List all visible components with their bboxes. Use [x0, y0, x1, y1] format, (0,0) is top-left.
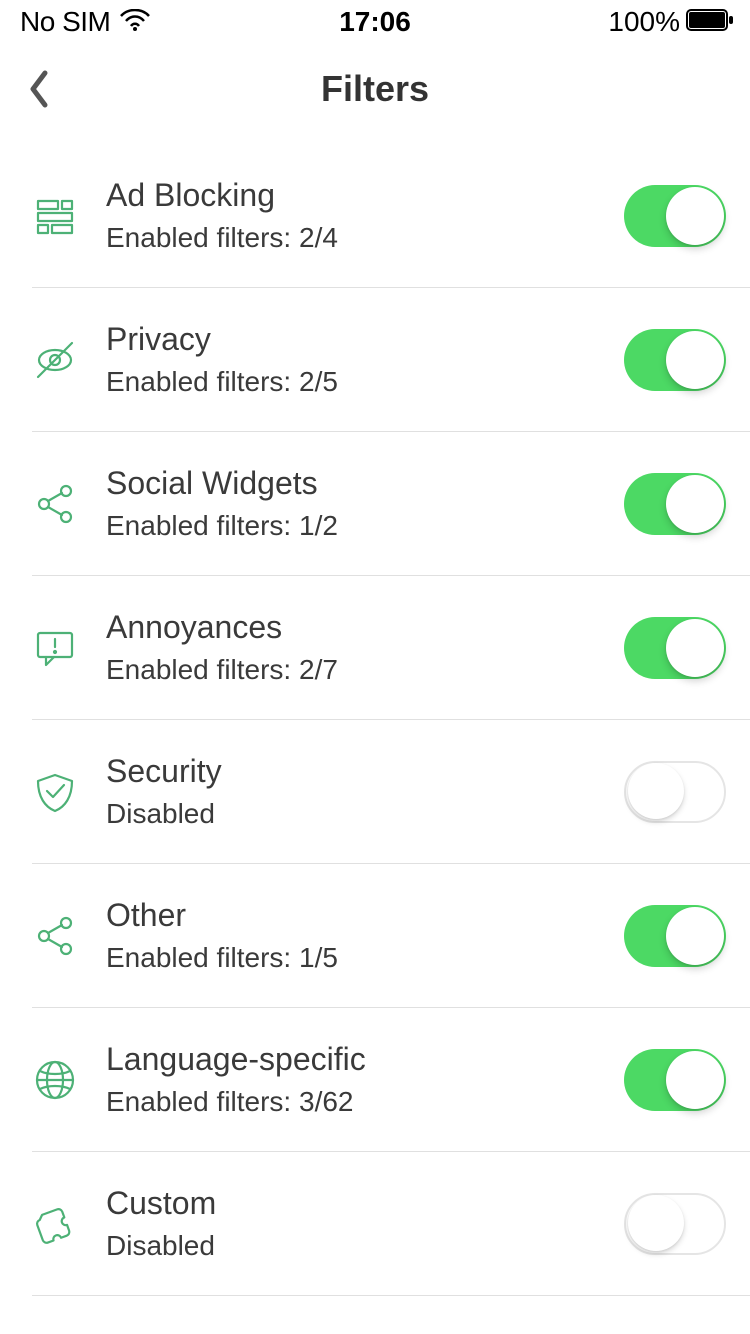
filter-row-text: Privacy Enabled filters: 2/5 — [106, 321, 624, 398]
battery-percent: 100% — [608, 6, 680, 38]
filter-row-title: Language-specific — [106, 1041, 624, 1078]
filter-row-title: Ad Blocking — [106, 177, 624, 214]
filter-row-title: Security — [106, 753, 624, 790]
filter-toggle[interactable] — [624, 617, 726, 679]
filter-row-title: Privacy — [106, 321, 624, 358]
filter-row-text: Ad Blocking Enabled filters: 2/4 — [106, 177, 624, 254]
filter-row-subtitle: Disabled — [106, 798, 624, 830]
filter-row[interactable]: Custom Disabled — [32, 1152, 750, 1296]
filter-toggle[interactable] — [624, 185, 726, 247]
filter-row-title: Annoyances — [106, 609, 624, 646]
filters-list: Ad Blocking Enabled filters: 2/4 Privacy En… — [0, 144, 750, 1296]
filter-row-text: Social Widgets Enabled filters: 1/2 — [106, 465, 624, 542]
carrier-label: No SIM — [20, 6, 110, 38]
filter-row[interactable]: Annoyances Enabled filters: 2/7 — [32, 576, 750, 720]
filter-row-subtitle: Enabled filters: 3/62 — [106, 1086, 624, 1118]
filter-row[interactable]: Ad Blocking Enabled filters: 2/4 — [32, 144, 750, 288]
privacy-icon — [32, 337, 78, 383]
filter-row-text: Other Enabled filters: 1/5 — [106, 897, 624, 974]
puzzle-icon — [32, 1201, 78, 1247]
filter-row-subtitle: Enabled filters: 2/4 — [106, 222, 624, 254]
filter-toggle[interactable] — [624, 473, 726, 535]
filter-row-subtitle: Enabled filters: 1/5 — [106, 942, 624, 974]
filter-row-subtitle: Disabled — [106, 1230, 624, 1262]
filter-toggle[interactable] — [624, 329, 726, 391]
filter-row-text: Security Disabled — [106, 753, 624, 830]
filter-toggle[interactable] — [624, 761, 726, 823]
filter-row-text: Custom Disabled — [106, 1185, 624, 1262]
globe-icon — [32, 1057, 78, 1103]
filter-row-title: Custom — [106, 1185, 624, 1222]
battery-icon — [686, 6, 734, 38]
back-button[interactable] — [14, 65, 62, 113]
filter-row-title: Social Widgets — [106, 465, 624, 502]
filter-toggle[interactable] — [624, 1049, 726, 1111]
status-bar: No SIM 17:06 100% — [0, 0, 750, 44]
share-icon — [32, 913, 78, 959]
filter-row[interactable]: Privacy Enabled filters: 2/5 — [32, 288, 750, 432]
shield-icon — [32, 769, 78, 815]
filter-row-subtitle: Enabled filters: 2/7 — [106, 654, 624, 686]
filter-toggle[interactable] — [624, 905, 726, 967]
clock: 17:06 — [339, 6, 411, 38]
share-icon — [32, 481, 78, 527]
filter-row-text: Annoyances Enabled filters: 2/7 — [106, 609, 624, 686]
annoyance-icon — [32, 625, 78, 671]
filter-row[interactable]: Security Disabled — [32, 720, 750, 864]
filter-row-title: Other — [106, 897, 624, 934]
wifi-icon — [120, 6, 150, 38]
filter-toggle[interactable] — [624, 1193, 726, 1255]
adblock-icon — [32, 193, 78, 239]
filter-row-text: Language-specific Enabled filters: 3/62 — [106, 1041, 624, 1118]
filter-row-subtitle: Enabled filters: 1/2 — [106, 510, 624, 542]
header: Filters — [0, 44, 750, 134]
filter-row[interactable]: Social Widgets Enabled filters: 1/2 — [32, 432, 750, 576]
filter-row[interactable]: Other Enabled filters: 1/5 — [32, 864, 750, 1008]
filter-row[interactable]: Language-specific Enabled filters: 3/62 — [32, 1008, 750, 1152]
page-title: Filters — [321, 68, 429, 110]
filter-row-subtitle: Enabled filters: 2/5 — [106, 366, 624, 398]
